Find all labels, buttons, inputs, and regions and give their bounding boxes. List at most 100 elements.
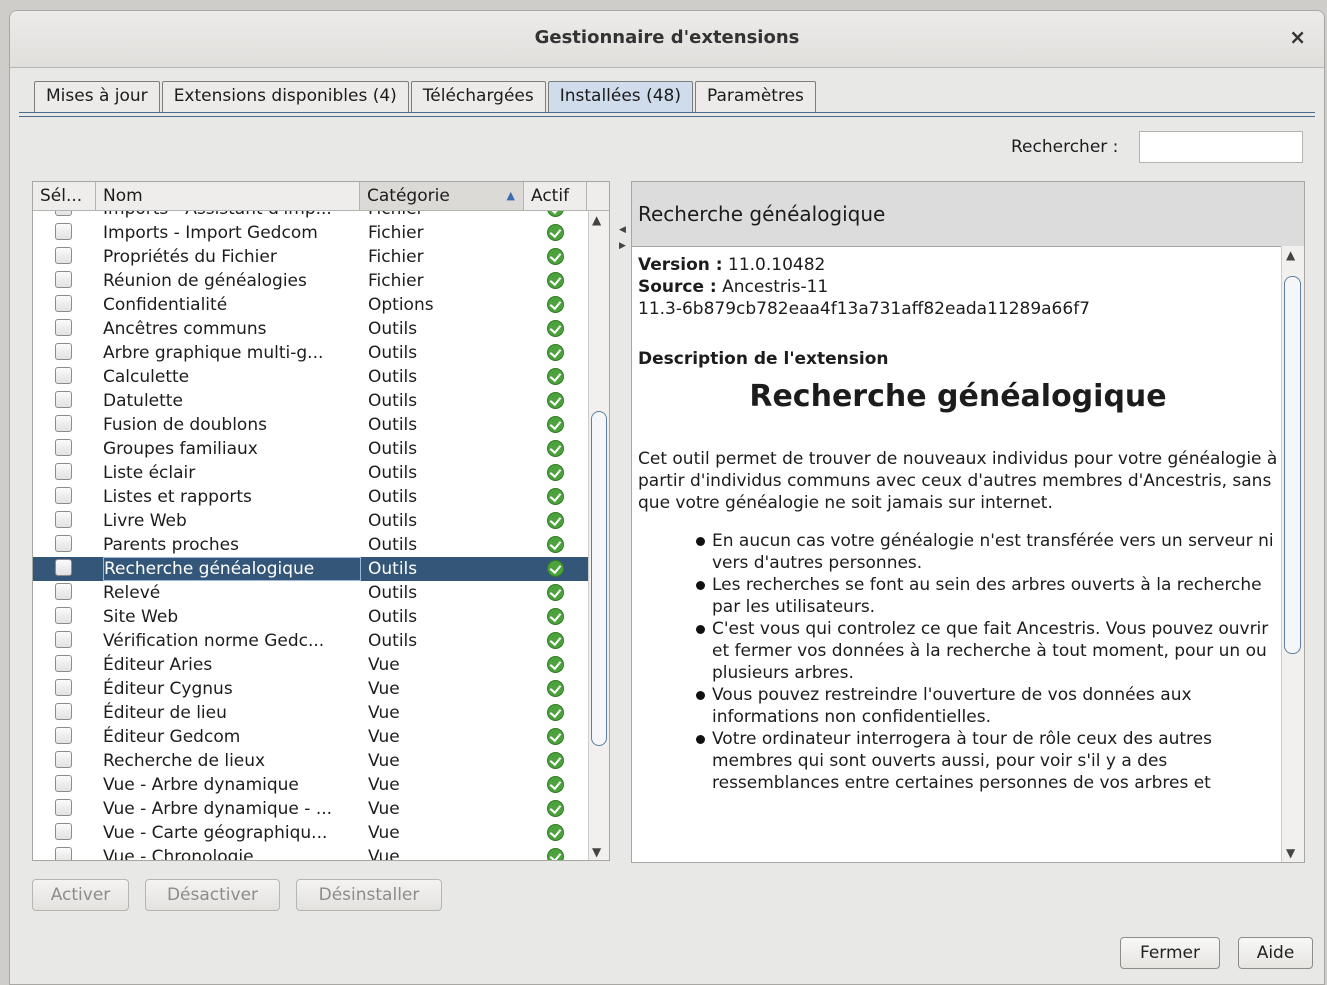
table-row[interactable]: Vue - Arbre dynamique - ... Vue	[33, 797, 588, 821]
table-row[interactable]: Vérification norme Gedc... Outils	[33, 629, 588, 653]
table-row[interactable]: Liste éclair Outils	[33, 461, 588, 485]
table-row[interactable]: Imports - Import Gedcom Fichier	[33, 221, 588, 245]
deactivate-button[interactable]: Désactiver	[145, 879, 280, 911]
table-row[interactable]: Datulette Outils	[33, 389, 588, 413]
tab-downloaded[interactable]: Téléchargées	[410, 81, 546, 113]
column-active[interactable]: Actif	[524, 182, 587, 210]
table-row[interactable]: Fusion de doublons Outils	[33, 413, 588, 437]
table-row[interactable]: Vue - Arbre dynamique Vue	[33, 773, 588, 797]
row-checkbox[interactable]	[55, 295, 72, 312]
detail-scroll-thumb[interactable]	[1284, 276, 1301, 654]
scroll-down-icon[interactable]: ▼	[592, 845, 601, 859]
active-check-icon	[547, 704, 564, 721]
help-button[interactable]: Aide	[1238, 937, 1313, 969]
row-checkbox[interactable]	[55, 631, 72, 648]
row-checkbox[interactable]	[55, 607, 72, 624]
table-row[interactable]: Vue - Chronologie Vue	[33, 845, 588, 860]
panel-splitter[interactable]: ◀ ▶	[617, 181, 629, 861]
row-checkbox[interactable]	[55, 703, 72, 720]
row-checkbox[interactable]	[55, 847, 72, 860]
row-category: Outils	[368, 583, 418, 603]
row-checkbox[interactable]	[55, 487, 72, 504]
tab-available[interactable]: Extensions disponibles (4)	[161, 81, 409, 113]
active-check-icon	[547, 211, 564, 217]
activate-button[interactable]: Activer	[32, 879, 129, 911]
active-check-icon	[547, 656, 564, 673]
table-row[interactable]: Site Web Outils	[33, 605, 588, 629]
table-row[interactable]: Réunion de généalogies Fichier	[33, 269, 588, 293]
row-checkbox[interactable]	[55, 823, 72, 840]
table-row[interactable]: Listes et rapports Outils	[33, 485, 588, 509]
table-row[interactable]: Vue - Carte géographiqu... Vue	[33, 821, 588, 845]
table-row[interactable]: Propriétés du Fichier Fichier	[33, 245, 588, 269]
table-row[interactable]: Livre Web Outils	[33, 509, 588, 533]
table-row[interactable]: Arbre graphique multi-g... Outils	[33, 341, 588, 365]
search-input[interactable]	[1139, 131, 1303, 163]
close-button[interactable]: Fermer	[1120, 937, 1220, 969]
table-row[interactable]: Éditeur Aries Vue	[33, 653, 588, 677]
column-name[interactable]: Nom	[96, 182, 360, 210]
extension-detail-panel: Recherche généalogique Version : 11.0.10…	[631, 181, 1305, 863]
active-check-icon	[547, 560, 564, 577]
scroll-up-icon[interactable]: ▲	[592, 213, 601, 227]
column-select[interactable]: Sél...	[33, 182, 96, 210]
row-checkbox[interactable]	[55, 799, 72, 816]
row-checkbox[interactable]	[55, 535, 72, 552]
row-checkbox[interactable]	[55, 319, 72, 336]
search-label: Rechercher :	[1011, 137, 1119, 157]
close-icon[interactable]: ×	[1289, 25, 1306, 49]
uninstall-button[interactable]: Désinstaller	[296, 879, 442, 911]
row-checkbox[interactable]	[55, 439, 72, 456]
table-row[interactable]: Calculette Outils	[33, 365, 588, 389]
active-check-icon	[547, 368, 564, 385]
tab-updates[interactable]: Mises à jour	[34, 81, 160, 113]
row-checkbox[interactable]	[55, 775, 72, 792]
column-category[interactable]: Catégorie ▲	[360, 182, 524, 210]
row-checkbox[interactable]	[55, 391, 72, 408]
description-title: Recherche généalogique	[749, 379, 1167, 414]
table-row[interactable]: Parents proches Outils	[33, 533, 588, 557]
row-checkbox[interactable]	[55, 511, 72, 528]
detail-scroll-up-icon[interactable]: ▲	[1286, 248, 1295, 262]
table-row[interactable]: Groupes familiaux Outils	[33, 437, 588, 461]
row-category: Vue	[368, 679, 400, 699]
row-category: Fichier	[368, 223, 424, 243]
row-checkbox[interactable]	[55, 727, 72, 744]
row-checkbox[interactable]	[55, 223, 72, 240]
tab-installed[interactable]: Installées (48)	[547, 81, 693, 113]
table-row[interactable]: Éditeur Gedcom Vue	[33, 725, 588, 749]
table-row[interactable]: Relevé Outils	[33, 581, 588, 605]
detail-scrollbar[interactable]: ▲ ▼	[1281, 246, 1304, 862]
row-checkbox[interactable]	[55, 679, 72, 696]
row-checkbox[interactable]	[55, 463, 72, 480]
table-scrollbar[interactable]: ▲ ▼	[588, 211, 609, 860]
table-row[interactable]: Recherche de lieux Vue	[33, 749, 588, 773]
table-row[interactable]: Éditeur Cygnus Vue	[33, 677, 588, 701]
active-check-icon	[547, 464, 564, 481]
detail-scroll-down-icon[interactable]: ▼	[1286, 846, 1295, 860]
collapse-right-icon[interactable]: ▶	[619, 241, 626, 251]
row-checkbox[interactable]	[55, 583, 72, 600]
row-checkbox[interactable]	[55, 559, 72, 576]
row-checkbox[interactable]	[55, 343, 72, 360]
table-row[interactable]: Recherche généalogique Outils	[33, 557, 588, 581]
row-name: Réunion de généalogies	[103, 271, 307, 291]
table-row[interactable]: Ancêtres communs Outils	[33, 317, 588, 341]
row-name: Listes et rapports	[103, 487, 252, 507]
table-row[interactable]: Confidentialité Options	[33, 293, 588, 317]
row-checkbox[interactable]	[55, 751, 72, 768]
tab-settings[interactable]: Paramètres	[694, 81, 816, 113]
table-scroll-thumb[interactable]	[591, 411, 607, 746]
table-row[interactable]: Éditeur de lieu Vue	[33, 701, 588, 725]
collapse-left-icon[interactable]: ◀	[619, 225, 626, 235]
row-name: Parents proches	[103, 535, 239, 555]
row-checkbox[interactable]	[55, 271, 72, 288]
detail-title: Recherche généalogique	[638, 202, 886, 226]
row-checkbox[interactable]	[55, 367, 72, 384]
table-row[interactable]: Imports - Assistant d'imp... Fichier	[33, 211, 588, 221]
row-checkbox[interactable]	[55, 415, 72, 432]
row-checkbox[interactable]	[55, 655, 72, 672]
source-value: Ancestris-11	[722, 277, 829, 297]
row-checkbox[interactable]	[55, 211, 72, 216]
row-checkbox[interactable]	[55, 247, 72, 264]
